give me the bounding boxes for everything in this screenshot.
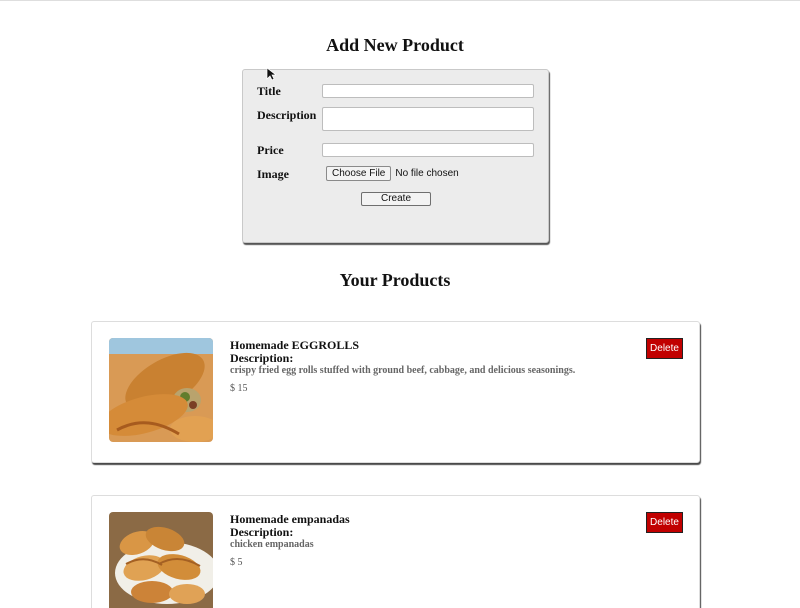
price-label: Price: [257, 143, 284, 157]
description-label: Description:: [230, 351, 294, 365]
product-info: Homemade EGGROLLS Description: crispy fr…: [230, 338, 575, 394]
create-button[interactable]: Create: [361, 192, 431, 206]
page: Add New Product Title Description Price …: [0, 0, 800, 608]
image-file-picker: Choose File No file chosen: [326, 166, 459, 181]
description-label: Description:: [230, 525, 294, 539]
product-price: $ 5: [230, 557, 243, 568]
product-card: Homemade empanadas Description: chicken …: [91, 495, 700, 608]
product-info: Homemade empanadas Description: chicken …: [230, 512, 350, 568]
product-price: $ 15: [230, 383, 248, 394]
description-label: Description: [257, 108, 317, 122]
image-label: Image: [257, 167, 289, 181]
product-description: chicken empanadas: [230, 539, 314, 550]
product-description: crispy fried egg rolls stuffed with grou…: [230, 365, 576, 376]
eggroll-image: [109, 338, 213, 442]
empanada-image: [109, 512, 213, 608]
product-card: Homemade EGGROLLS Description: crispy fr…: [91, 321, 700, 463]
choose-file-button[interactable]: Choose File: [326, 166, 392, 181]
product-title: Homemade EGGROLLS: [230, 338, 360, 352]
mouse-pointer-icon: [266, 67, 276, 81]
products-heading: Your Products: [339, 270, 451, 290]
price-input[interactable]: [322, 143, 534, 157]
delete-button[interactable]: Delete: [646, 338, 683, 359]
product-title: Homemade empanadas: [230, 512, 350, 526]
title-input[interactable]: [322, 84, 534, 98]
delete-button[interactable]: Delete: [646, 512, 683, 533]
add-product-form: Title Description Price Image Choose Fil…: [242, 69, 549, 243]
description-textarea[interactable]: [322, 107, 534, 131]
title-label: Title: [257, 84, 281, 98]
file-status-text: No file chosen: [395, 168, 459, 179]
add-product-heading: Add New Product: [326, 35, 464, 55]
